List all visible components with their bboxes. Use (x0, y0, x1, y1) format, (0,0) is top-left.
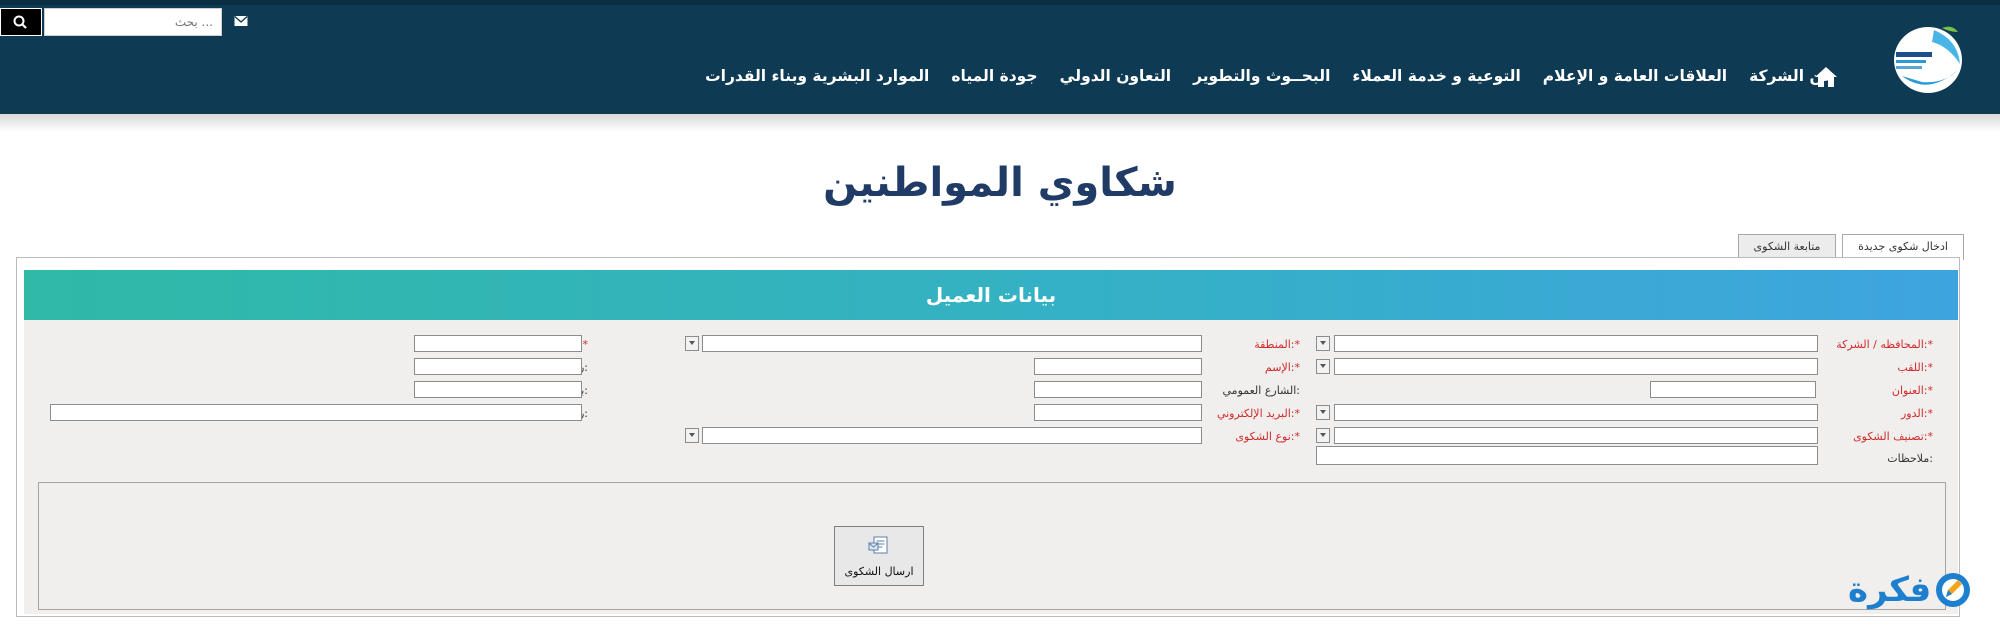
nav-item-cooperation[interactable]: التعاون الدولي (1060, 67, 1172, 85)
governorate-dropdown-button[interactable] (1316, 336, 1330, 351)
watermark: فكرة (1848, 566, 1973, 614)
address-input[interactable] (1650, 381, 1816, 398)
mail-icon[interactable] (234, 15, 248, 27)
notes-label: ملاحظات: (1887, 452, 1933, 465)
nav-item-hr[interactable]: الموارد البشرية وبناء القدرات (705, 67, 929, 85)
nav-item-about[interactable]: عن الشركة (1749, 67, 1834, 85)
main-street-input[interactable] (1034, 381, 1202, 398)
complaint-category-label: تصنيف الشكوى:* (1853, 430, 1933, 443)
notes-input[interactable] (1316, 446, 1818, 465)
complaint-type-select[interactable] (702, 427, 1202, 444)
address-label: العنوان:* (1891, 384, 1933, 397)
watermark-pencil-icon (1936, 573, 1971, 607)
company-logo[interactable] (1862, 22, 1972, 98)
complaint-category-select[interactable] (1334, 427, 1818, 444)
complaint-type-label: نوع الشكوى:* (1235, 430, 1300, 443)
neighbor-input[interactable] (414, 381, 582, 398)
complaint-category-dropdown-button[interactable] (1316, 428, 1330, 443)
followup-phone-input[interactable] (414, 335, 582, 352)
title-dropdown-button[interactable] (1316, 359, 1330, 374)
house-number-input[interactable] (414, 358, 582, 375)
region-select[interactable] (702, 335, 1202, 352)
complaint-type-dropdown-button[interactable] (685, 428, 699, 443)
submit-frame (38, 482, 1946, 610)
title-label: اللقب:* (1897, 361, 1933, 374)
main-street-label: الشارع العمومي: (1222, 384, 1300, 397)
search-button[interactable] (0, 8, 42, 36)
search-input[interactable] (44, 8, 222, 36)
name-input[interactable] (1034, 358, 1202, 375)
header-shadow (0, 114, 2000, 132)
tab-follow-complaint[interactable]: متابعة الشكوى (1738, 234, 1836, 258)
role-label: الدور:* (1900, 407, 1933, 420)
page-title: شكاوي المواطنين (823, 160, 1177, 206)
title-select[interactable] (1334, 358, 1818, 375)
nav-item-awareness[interactable]: التوعية و خدمة العملاء (1352, 67, 1520, 85)
watermark-text: فكرة (1848, 570, 1932, 610)
main-nav: عن الشركة العلاقات العامة و الإعلام التو… (705, 60, 1834, 92)
region-label: المنطقة:* (1254, 338, 1300, 351)
submit-complaint-button[interactable]: ارسال الشكوى (834, 526, 924, 586)
search-icon (13, 15, 27, 29)
role-select[interactable] (1334, 404, 1818, 421)
nav-item-research[interactable]: البحــوث والتطوير (1193, 67, 1330, 85)
top-strip (0, 0, 2000, 5)
email-label: البريد الإلكتروني:* (1216, 407, 1300, 420)
name-label: الإسم:* (1264, 361, 1300, 374)
banner-title: بيانات العميل (925, 283, 1057, 307)
governorate-select[interactable] (1334, 335, 1818, 352)
id-number-input[interactable] (50, 404, 582, 421)
governorate-label: المحافظه / الشركة:* (1836, 338, 1933, 351)
role-dropdown-button[interactable] (1316, 405, 1330, 420)
site-header (0, 0, 2000, 114)
nav-item-water-quality[interactable]: جودة المياه (951, 67, 1037, 85)
customer-data-banner: بيانات العميل (24, 270, 1958, 320)
submit-complaint-label: ارسال الشكوى (844, 565, 914, 578)
region-dropdown-button[interactable] (685, 336, 699, 351)
nav-item-public-relations[interactable]: العلاقات العامة و الإعلام (1543, 67, 1727, 85)
email-input[interactable] (1034, 404, 1202, 421)
document-send-icon (868, 536, 888, 554)
